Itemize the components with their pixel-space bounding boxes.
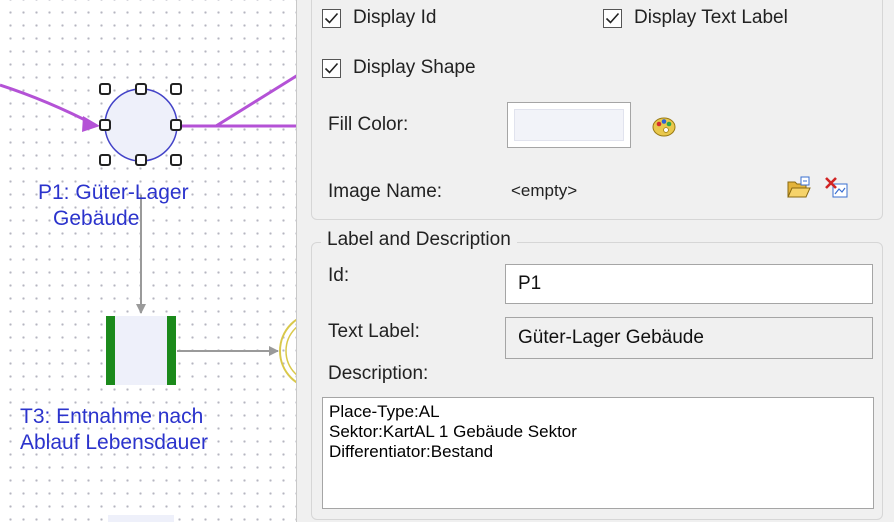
display-text-label-checkbox[interactable]: Display Text Label [603,7,788,29]
check-icon [324,62,339,74]
checkbox-box[interactable] [322,8,341,28]
description-textarea[interactable]: Place-Type:AL Sektor:KartAL 1 Gebäude Se… [322,397,874,509]
properties-panel: Display Id Display Text Label Display Sh… [296,0,894,522]
fill-color-swatch[interactable] [507,102,631,148]
arc-out-of-p1[interactable] [175,68,306,128]
id-label: Id: [328,265,350,286]
transition-t3[interactable] [106,316,176,385]
fill-color-label: Fill Color: [328,114,409,135]
handle-top[interactable] [135,83,147,95]
transition-label-line2: Ablauf Lebensdauer [20,431,208,454]
handle-top-left[interactable] [99,83,111,95]
handle-left[interactable] [99,119,111,131]
id-input[interactable]: P1 [505,264,873,304]
checkbox-box[interactable] [322,58,341,78]
color-palette-icon[interactable] [651,113,677,139]
display-id-checkbox[interactable]: Display Id [322,7,436,29]
display-id-label: Display Id [353,7,437,28]
description-line: Place-Type:AL [329,402,440,421]
check-icon [605,12,620,24]
handle-right[interactable] [170,119,182,131]
image-name-label: Image Name: [328,181,443,202]
display-shape-label: Display Shape [353,57,476,78]
place-label-line1: P1: Güter-Lager [38,181,189,204]
checkbox-box[interactable] [603,8,622,28]
handle-bottom-right[interactable] [170,154,182,166]
open-folder-icon[interactable] [786,175,812,201]
handle-top-right[interactable] [170,83,182,95]
label-description-group: Id: P1 Text Label: Güter-Lager Gebäude D… [311,242,883,520]
fill-color-swatch-inner [514,109,624,141]
display-shape-checkbox[interactable]: Display Shape [322,57,476,79]
display-text-label-label: Display Text Label [634,7,788,28]
description-line: Differentiator:Bestand [329,442,494,461]
description-line: Sektor:KartAL 1 Gebäude Sektor [329,422,577,441]
handle-bottom-left[interactable] [99,154,111,166]
clear-image-icon[interactable] [824,175,850,201]
image-name-value: <empty> [511,181,578,200]
place-label-line2: Gebäude [53,207,140,230]
description-label: Description: [328,363,429,384]
petri-net-canvas[interactable]: P1: Güter-Lager Gebäude T3: Entnahme nac… [0,0,306,522]
display-group: Display Id Display Text Label Display Sh… [311,0,883,220]
text-label-label: Text Label: [328,321,420,342]
transition-label-line1: T3: Entnahme nach [20,405,204,428]
check-icon [324,12,339,24]
node-partial-bottom [108,515,174,522]
place-p1[interactable] [104,88,178,162]
handle-bottom[interactable] [135,154,147,166]
label-description-title: Label and Description [321,229,517,251]
text-label-input[interactable]: Güter-Lager Gebäude [505,317,873,359]
arc-into-p1[interactable] [0,83,100,132]
